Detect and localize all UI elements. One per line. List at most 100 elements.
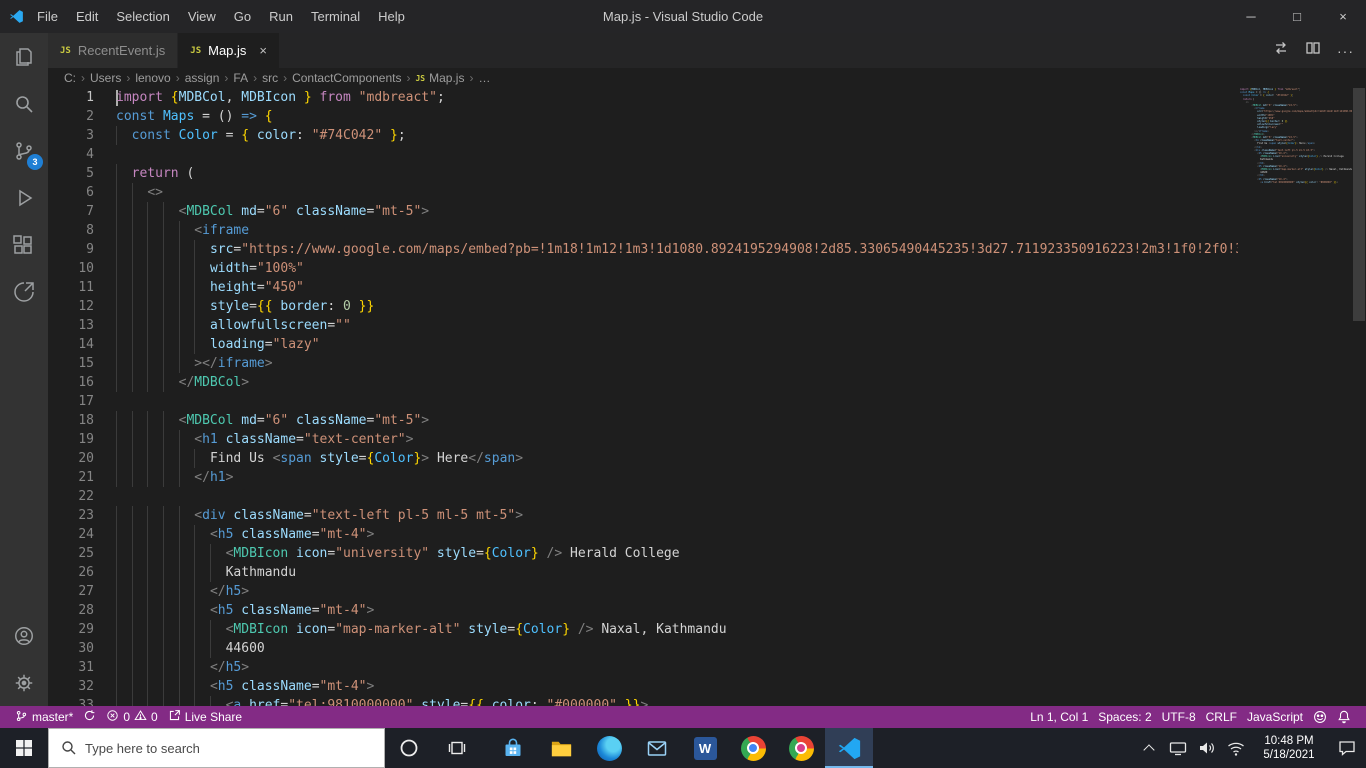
- cursor-position[interactable]: Ln 1, Col 1: [1025, 706, 1093, 728]
- more-actions-icon[interactable]: ···: [1337, 43, 1354, 59]
- code-line[interactable]: 6 <>: [48, 183, 1238, 202]
- code-line[interactable]: 23 <div className="text-left pl-5 ml-5 m…: [48, 506, 1238, 525]
- vscode-taskbar-icon[interactable]: [825, 728, 873, 768]
- menu-item-view[interactable]: View: [179, 0, 225, 33]
- code-line[interactable]: 21 </h1>: [48, 468, 1238, 487]
- breadcrumb-item[interactable]: ContactComponents: [292, 71, 401, 85]
- code-line[interactable]: 1 import {MDBCol, MDBIcon } from "mdbreac…: [48, 88, 1238, 107]
- code-line[interactable]: 10 width="100%": [48, 259, 1238, 278]
- breadcrumb-item[interactable]: assign: [185, 71, 220, 85]
- action-center-icon[interactable]: [1328, 728, 1366, 768]
- code-line[interactable]: 3 const Color = { color: "#74C042" };: [48, 126, 1238, 145]
- file-explorer-icon[interactable]: [537, 728, 585, 768]
- maximize-button[interactable]: □: [1274, 0, 1320, 33]
- code-line[interactable]: 16 </MDBCol>: [48, 373, 1238, 392]
- code-line[interactable]: 32 <h5 className="mt-4">: [48, 677, 1238, 696]
- code-line[interactable]: 29 <MDBIcon icon="map-marker-alt" style=…: [48, 620, 1238, 639]
- breadcrumb-item[interactable]: Map.js: [429, 71, 464, 85]
- code-line[interactable]: 13 allowfullscreen="": [48, 316, 1238, 335]
- source-control-icon[interactable]: 3: [0, 127, 48, 174]
- code-line[interactable]: 25 <MDBIcon icon="university" style={Col…: [48, 544, 1238, 563]
- code-line[interactable]: 18 <MDBCol md="6" className="mt-5">: [48, 411, 1238, 430]
- minimize-button[interactable]: ─: [1228, 0, 1274, 33]
- menu-item-file[interactable]: File: [28, 0, 67, 33]
- code-line[interactable]: 4: [48, 145, 1238, 164]
- code-line[interactable]: 14 loading="lazy": [48, 335, 1238, 354]
- notifications-bell-icon[interactable]: [1332, 706, 1356, 728]
- code-line[interactable]: 20 Find Us <span style={Color}> Here</sp…: [48, 449, 1238, 468]
- minimap[interactable]: import {MDBCol, MDBIcon } from "mdbreact…: [1240, 88, 1352, 706]
- open-changes-icon[interactable]: [1273, 40, 1289, 61]
- feedback-smiley-icon[interactable]: [1308, 706, 1332, 728]
- close-window-button[interactable]: ×: [1320, 0, 1366, 33]
- taskbar-search-input[interactable]: [77, 740, 384, 756]
- chrome-profile-icon[interactable]: [777, 728, 825, 768]
- menu-item-edit[interactable]: Edit: [67, 0, 107, 33]
- taskbar-search[interactable]: [48, 728, 385, 768]
- volume-icon[interactable]: [1192, 728, 1221, 768]
- code-line[interactable]: 31 </h5>: [48, 658, 1238, 677]
- code-line[interactable]: 26 Kathmandu: [48, 563, 1238, 582]
- tab-recentevent.js[interactable]: JS RecentEvent.js: [48, 33, 179, 68]
- accounts-icon[interactable]: [0, 612, 48, 659]
- language-mode[interactable]: JavaScript: [1242, 706, 1308, 728]
- tray-expand-icon[interactable]: [1134, 728, 1163, 768]
- menu-item-selection[interactable]: Selection: [107, 0, 178, 33]
- code-line[interactable]: 2 const Maps = () => {: [48, 107, 1238, 126]
- breadcrumb-item[interactable]: Users: [90, 71, 121, 85]
- code-line[interactable]: 5 return (: [48, 164, 1238, 183]
- git-branch-status[interactable]: master*: [10, 706, 78, 728]
- code-line[interactable]: 17: [48, 392, 1238, 411]
- settings-gear-icon[interactable]: [0, 659, 48, 706]
- breadcrumb-item[interactable]: lenovo: [135, 71, 170, 85]
- breadcrumb-item[interactable]: …: [478, 71, 490, 85]
- code-line[interactable]: 9 src="https://www.google.com/maps/embed…: [48, 240, 1238, 259]
- menu-item-go[interactable]: Go: [225, 0, 260, 33]
- breadcrumb-item[interactable]: FA: [233, 71, 248, 85]
- eol-status[interactable]: CRLF: [1201, 706, 1242, 728]
- code-line[interactable]: 12 style={{ border: 0 }}: [48, 297, 1238, 316]
- close-tab-icon[interactable]: ×: [259, 43, 267, 58]
- microsoft-store-icon[interactable]: [489, 728, 537, 768]
- word-icon[interactable]: W: [681, 728, 729, 768]
- taskbar-clock[interactable]: 10:48 PM 5/18/2021: [1250, 734, 1328, 762]
- chrome-icon[interactable]: [729, 728, 777, 768]
- extensions-icon[interactable]: [0, 221, 48, 268]
- cortana-icon[interactable]: [385, 728, 433, 768]
- code-line[interactable]: 7 <MDBCol md="6" className="mt-5">: [48, 202, 1238, 221]
- code-line[interactable]: 8 <iframe: [48, 221, 1238, 240]
- code-line[interactable]: 22: [48, 487, 1238, 506]
- code-line[interactable]: 15 ></iframe>: [48, 354, 1238, 373]
- network-wifi-icon[interactable]: [1221, 728, 1250, 768]
- live-share-status[interactable]: Live Share: [163, 706, 247, 728]
- sync-button[interactable]: [78, 706, 101, 728]
- menu-item-terminal[interactable]: Terminal: [302, 0, 369, 33]
- split-editor-icon[interactable]: [1305, 40, 1321, 61]
- breadcrumb-item[interactable]: src: [262, 71, 278, 85]
- menu-item-help[interactable]: Help: [369, 0, 414, 33]
- code-line[interactable]: 28 <h5 className="mt-4">: [48, 601, 1238, 620]
- code-line[interactable]: 30 44600: [48, 639, 1238, 658]
- live-share-icon[interactable]: [0, 268, 48, 315]
- scrollbar-thumb[interactable]: [1353, 88, 1365, 321]
- tab-map.js[interactable]: JS Map.js ×: [178, 33, 281, 68]
- mail-icon[interactable]: [633, 728, 681, 768]
- edge-browser-icon[interactable]: [585, 728, 633, 768]
- code-line[interactable]: 27 </h5>: [48, 582, 1238, 601]
- code-line[interactable]: 33 <a href="tel:9810000000" style={{ col…: [48, 696, 1238, 706]
- run-debug-icon[interactable]: [0, 174, 48, 221]
- start-button[interactable]: [0, 728, 48, 768]
- vertical-scrollbar[interactable]: [1352, 88, 1366, 706]
- search-icon[interactable]: [0, 80, 48, 127]
- problems-status[interactable]: 0 0: [101, 706, 162, 728]
- menu-item-run[interactable]: Run: [260, 0, 302, 33]
- display-icon[interactable]: [1163, 728, 1192, 768]
- breadcrumb-item[interactable]: C:: [64, 71, 76, 85]
- code-line[interactable]: 19 <h1 className="text-center">: [48, 430, 1238, 449]
- explorer-icon[interactable]: [0, 33, 48, 80]
- task-view-icon[interactable]: [433, 728, 481, 768]
- indentation-status[interactable]: Spaces: 2: [1093, 706, 1156, 728]
- code-line[interactable]: 11 height="450": [48, 278, 1238, 297]
- code-line[interactable]: 24 <h5 className="mt-4">: [48, 525, 1238, 544]
- encoding-status[interactable]: UTF-8: [1157, 706, 1201, 728]
